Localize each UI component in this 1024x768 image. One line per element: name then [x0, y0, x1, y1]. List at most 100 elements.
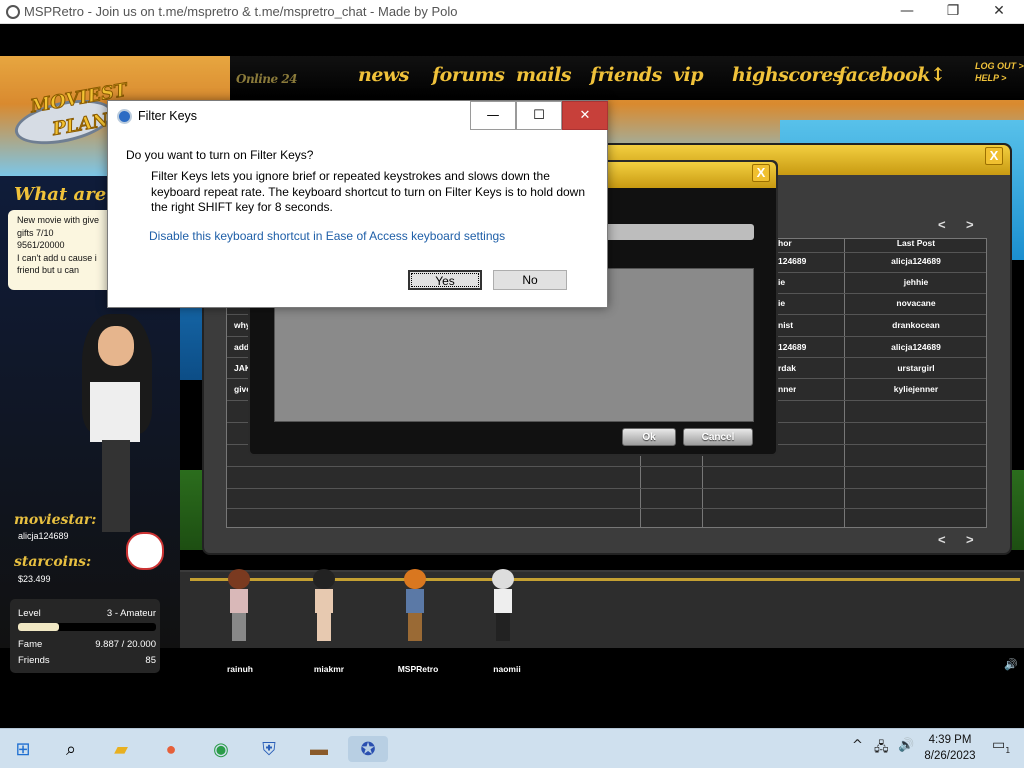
friends-value: 85	[145, 655, 156, 666]
row-author[interactable]: 124689	[778, 342, 806, 356]
row-author[interactable]: nner	[778, 384, 796, 398]
room-avatar[interactable]	[305, 565, 345, 645]
column-header-last-post: Last Post	[896, 238, 936, 248]
moviestar-planet-logo[interactable]: MOVIEST PLANET	[10, 79, 137, 156]
logout-link[interactable]: LOG OUT >	[975, 60, 1024, 72]
disable-shortcut-link[interactable]: Disable this keyboard shortcut in Ease o…	[149, 229, 505, 243]
row-last-post[interactable]: urstargirl	[845, 363, 987, 377]
search-icon[interactable]: ⌕	[58, 736, 84, 762]
logout-help-links: LOG OUT > HELP >	[975, 60, 1024, 84]
pet-dog[interactable]	[122, 528, 168, 574]
row-author[interactable]: rdak	[778, 363, 796, 377]
dialog-maximize-button[interactable]: ☐	[516, 101, 562, 130]
close-button[interactable]: ✕	[976, 0, 1022, 23]
friends-row: Friends 85	[18, 655, 156, 666]
nav-forums[interactable]: forums	[432, 64, 505, 86]
app-icon	[6, 5, 20, 19]
accessibility-icon[interactable]: ✪	[348, 736, 388, 762]
new-topic-close-button[interactable]: X	[752, 164, 770, 182]
room-avatar-head	[404, 569, 426, 589]
table-row-divider	[227, 466, 986, 467]
sound-icon[interactable]: 🔊	[1004, 658, 1018, 671]
yes-button[interactable]: Yes	[408, 270, 482, 290]
forum-close-button[interactable]: X	[985, 147, 1003, 165]
room-avatar-body	[494, 589, 512, 613]
level-label: Level	[18, 608, 41, 619]
level-progress-fill	[18, 623, 60, 631]
filter-keys-question: Do you want to turn on Filter Keys?	[126, 148, 314, 162]
row-last-post[interactable]: kyliejenner	[845, 384, 987, 398]
avatar-jacket	[90, 382, 140, 442]
level-row: Level 3 - Amateur	[18, 608, 156, 619]
nav-vip[interactable]: vip	[673, 64, 704, 86]
forum-prev-page-bottom[interactable]: <	[938, 532, 946, 547]
pet-face	[126, 532, 164, 570]
moviestar-label: moviestar:	[14, 512, 97, 528]
nav-friends[interactable]: friends	[590, 64, 662, 86]
room-avatar-name: MSPRetro	[397, 664, 439, 674]
row-last-post[interactable]: novacane	[845, 298, 987, 312]
row-author[interactable]: nist	[778, 320, 793, 334]
room-avatar[interactable]	[484, 565, 524, 645]
network-icon[interactable]: 🖧	[874, 738, 889, 760]
table-row-divider	[227, 508, 986, 509]
windows-start-icon[interactable]: ⊞	[10, 736, 36, 762]
stats-panel: Level 3 - Amateur Fame 9.887 / 20.000 Fr…	[10, 599, 160, 673]
room-avatar-body	[230, 589, 248, 613]
starcoins-value: $23.499	[18, 574, 51, 584]
window-titlebar: MSPRetro - Join us on t.me/mspretro & t.…	[0, 0, 1024, 24]
nav-facebook[interactable]: facebook	[838, 64, 930, 86]
taskbar-clock[interactable]: 4:39 PM 8/26/2023	[914, 732, 986, 764]
dialog-minimize-button[interactable]: —	[470, 101, 516, 130]
cancel-button[interactable]: Cancel	[683, 428, 753, 446]
fame-label: Fame	[18, 639, 43, 650]
room-avatar-head	[492, 569, 514, 589]
dialog-close-button[interactable]: ✕	[562, 101, 608, 130]
room-avatar-legs	[317, 613, 331, 641]
row-author[interactable]: ie	[778, 277, 785, 291]
help-link[interactable]: HELP >	[975, 72, 1024, 84]
row-last-post[interactable]: jehhie	[845, 277, 987, 291]
nav-highscores[interactable]: highscores	[732, 64, 843, 86]
friends-label: Friends	[18, 655, 50, 666]
room-avatar-name: miakmr	[313, 664, 345, 674]
room-avatar[interactable]	[220, 565, 260, 645]
avatar-legs	[102, 440, 130, 532]
room-avatar-name: rainuh	[227, 664, 253, 674]
row-last-post[interactable]: alicja124689	[845, 256, 987, 270]
room-avatar[interactable]	[396, 565, 436, 645]
minimize-button[interactable]: —	[884, 0, 930, 23]
tray-chevron-icon[interactable]: ^	[852, 738, 863, 753]
room-avatar-legs	[232, 613, 246, 641]
taskbar	[0, 728, 1024, 768]
player-avatar[interactable]	[76, 300, 156, 540]
forum-next-page-top[interactable]: >	[966, 217, 974, 232]
ok-button[interactable]: Ok	[622, 428, 676, 446]
row-topic[interactable]: add	[234, 342, 249, 356]
forum-prev-page-top[interactable]: <	[938, 217, 946, 232]
no-button[interactable]: No	[493, 270, 567, 290]
forum-next-page-bottom[interactable]: >	[966, 532, 974, 547]
row-author[interactable]: 124689	[778, 256, 806, 270]
ease-of-access-icon	[117, 109, 132, 124]
maximize-button[interactable]: ❐	[930, 0, 976, 23]
row-last-post[interactable]: alicja124689	[845, 342, 987, 356]
firefox-icon[interactable]: ●	[158, 736, 184, 762]
brave-shield-icon[interactable]: ⛨	[256, 736, 282, 762]
volume-icon[interactable]: 🔊	[898, 738, 914, 753]
nav-news[interactable]: news	[358, 64, 409, 86]
sort-arrows-icon[interactable]: ↕	[930, 64, 946, 86]
fame-value: 9.887 / 20.000	[95, 639, 156, 650]
row-author[interactable]: ie	[778, 298, 785, 312]
chrome-icon[interactable]: ◉	[208, 736, 234, 762]
filter-keys-dialog: Filter Keys — ☐ ✕ Do you want to turn on…	[107, 100, 608, 308]
file-explorer-icon[interactable]: ▰	[108, 736, 134, 762]
game-app-icon[interactable]: ▬	[306, 736, 332, 762]
nav-mails[interactable]: mails	[516, 64, 572, 86]
column-header-author: hor	[778, 238, 792, 248]
starcoins-label: starcoins:	[14, 554, 92, 570]
fame-row: Fame 9.887 / 20.000	[18, 639, 156, 650]
row-last-post[interactable]: drankocean	[845, 320, 987, 334]
notification-icon[interactable]: ▭1	[992, 737, 1010, 755]
status-prompt: What are you	[14, 184, 114, 205]
